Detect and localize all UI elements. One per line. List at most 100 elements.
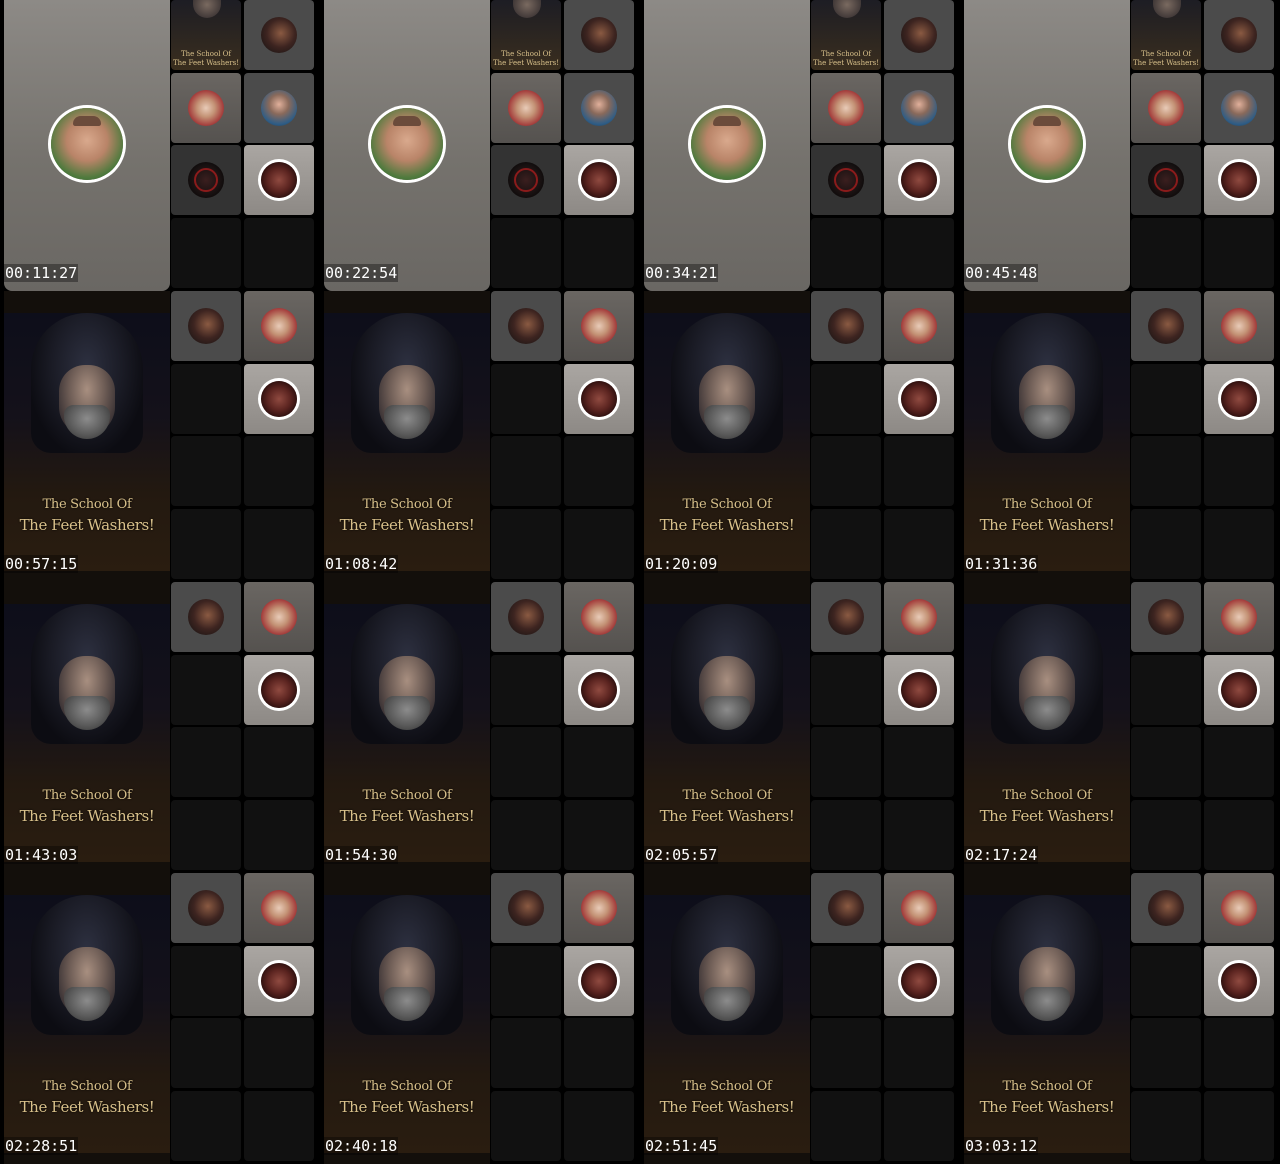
empty-tile[interactable] bbox=[1204, 1018, 1274, 1089]
participant-tile[interactable] bbox=[884, 291, 954, 361]
participant-tile[interactable] bbox=[1131, 582, 1201, 652]
participant-tile[interactable] bbox=[884, 145, 954, 216]
empty-tile[interactable] bbox=[564, 800, 634, 871]
participant-tile[interactable] bbox=[884, 873, 954, 943]
empty-tile[interactable] bbox=[811, 727, 881, 798]
participant-tile[interactable]: The School Of The Feet Washers! bbox=[171, 0, 241, 70]
empty-tile[interactable] bbox=[171, 727, 241, 798]
empty-tile[interactable] bbox=[811, 436, 881, 507]
participant-tile[interactable] bbox=[564, 582, 634, 652]
empty-tile[interactable] bbox=[884, 436, 954, 507]
empty-tile[interactable] bbox=[811, 945, 881, 1016]
empty-tile[interactable] bbox=[1204, 800, 1274, 871]
empty-tile[interactable] bbox=[1131, 1018, 1201, 1089]
participant-tile[interactable] bbox=[564, 654, 634, 725]
empty-tile[interactable] bbox=[171, 218, 241, 289]
participant-tile[interactable] bbox=[171, 873, 241, 943]
empty-tile[interactable] bbox=[884, 800, 954, 871]
empty-tile[interactable] bbox=[564, 727, 634, 798]
participant-tile[interactable] bbox=[811, 582, 881, 652]
empty-tile[interactable] bbox=[171, 436, 241, 507]
empty-tile[interactable] bbox=[244, 218, 314, 289]
empty-tile[interactable] bbox=[491, 1091, 561, 1162]
empty-tile[interactable] bbox=[491, 509, 561, 580]
empty-tile[interactable] bbox=[171, 509, 241, 580]
participant-tile[interactable] bbox=[244, 654, 314, 725]
participant-tile[interactable] bbox=[811, 72, 881, 143]
main-video-panel[interactable]: The School Of The Feet Washers! bbox=[644, 582, 810, 873]
participant-tile[interactable] bbox=[171, 582, 241, 652]
participant-tile[interactable] bbox=[564, 72, 634, 143]
empty-tile[interactable] bbox=[244, 1018, 314, 1089]
participant-tile[interactable] bbox=[244, 363, 314, 434]
empty-tile[interactable] bbox=[1204, 727, 1274, 798]
participant-tile[interactable] bbox=[1204, 363, 1274, 434]
participant-tile[interactable] bbox=[811, 291, 881, 361]
empty-tile[interactable] bbox=[884, 218, 954, 289]
participant-tile[interactable] bbox=[244, 0, 314, 70]
participant-tile[interactable] bbox=[171, 72, 241, 143]
empty-tile[interactable] bbox=[564, 1018, 634, 1089]
participant-tile[interactable] bbox=[491, 291, 561, 361]
participant-tile[interactable] bbox=[1204, 945, 1274, 1016]
empty-tile[interactable] bbox=[564, 1091, 634, 1162]
participant-tile[interactable] bbox=[1131, 873, 1201, 943]
participant-tile[interactable] bbox=[244, 582, 314, 652]
participant-tile[interactable] bbox=[884, 654, 954, 725]
empty-tile[interactable] bbox=[811, 1091, 881, 1162]
empty-tile[interactable] bbox=[1204, 509, 1274, 580]
participant-tile[interactable] bbox=[564, 873, 634, 943]
participant-tile[interactable] bbox=[884, 0, 954, 70]
empty-tile[interactable] bbox=[491, 218, 561, 289]
empty-tile[interactable] bbox=[244, 727, 314, 798]
main-video-panel[interactable] bbox=[4, 0, 170, 291]
empty-tile[interactable] bbox=[171, 800, 241, 871]
empty-tile[interactable] bbox=[564, 436, 634, 507]
participant-tile[interactable] bbox=[171, 145, 241, 216]
empty-tile[interactable] bbox=[491, 1018, 561, 1089]
empty-tile[interactable] bbox=[1204, 218, 1274, 289]
empty-tile[interactable] bbox=[171, 363, 241, 434]
empty-tile[interactable] bbox=[564, 218, 634, 289]
empty-tile[interactable] bbox=[244, 800, 314, 871]
main-video-panel[interactable]: The School Of The Feet Washers! bbox=[964, 291, 1130, 582]
participant-tile[interactable] bbox=[811, 873, 881, 943]
empty-tile[interactable] bbox=[491, 436, 561, 507]
participant-tile[interactable] bbox=[884, 72, 954, 143]
empty-tile[interactable] bbox=[811, 363, 881, 434]
empty-tile[interactable] bbox=[1131, 218, 1201, 289]
participant-tile[interactable] bbox=[564, 363, 634, 434]
participant-tile[interactable] bbox=[1204, 0, 1274, 70]
participant-tile[interactable]: The School Of The Feet Washers! bbox=[811, 0, 881, 70]
main-video-panel[interactable] bbox=[964, 0, 1130, 291]
participant-tile[interactable] bbox=[1204, 654, 1274, 725]
participant-tile[interactable] bbox=[884, 945, 954, 1016]
participant-tile[interactable] bbox=[1204, 145, 1274, 216]
empty-tile[interactable] bbox=[1204, 436, 1274, 507]
empty-tile[interactable] bbox=[171, 1018, 241, 1089]
empty-tile[interactable] bbox=[1131, 800, 1201, 871]
empty-tile[interactable] bbox=[811, 654, 881, 725]
empty-tile[interactable] bbox=[171, 945, 241, 1016]
main-video-panel[interactable] bbox=[324, 0, 490, 291]
participant-tile[interactable] bbox=[1204, 72, 1274, 143]
empty-tile[interactable] bbox=[171, 654, 241, 725]
empty-tile[interactable] bbox=[491, 800, 561, 871]
main-video-panel[interactable]: The School Of The Feet Washers! bbox=[324, 291, 490, 582]
main-video-panel[interactable]: The School Of The Feet Washers! bbox=[4, 873, 170, 1164]
participant-tile[interactable] bbox=[564, 0, 634, 70]
empty-tile[interactable] bbox=[1131, 363, 1201, 434]
empty-tile[interactable] bbox=[1204, 1091, 1274, 1162]
main-video-panel[interactable]: The School Of The Feet Washers! bbox=[964, 582, 1130, 873]
empty-tile[interactable] bbox=[491, 945, 561, 1016]
participant-tile[interactable] bbox=[1204, 873, 1274, 943]
participant-tile[interactable] bbox=[564, 291, 634, 361]
main-video-panel[interactable]: The School Of The Feet Washers! bbox=[324, 873, 490, 1164]
empty-tile[interactable] bbox=[491, 363, 561, 434]
empty-tile[interactable] bbox=[171, 1091, 241, 1162]
empty-tile[interactable] bbox=[491, 654, 561, 725]
participant-tile[interactable] bbox=[1131, 72, 1201, 143]
participant-tile[interactable] bbox=[491, 72, 561, 143]
participant-tile[interactable]: The School Of The Feet Washers! bbox=[1131, 0, 1201, 70]
main-video-panel[interactable]: The School Of The Feet Washers! bbox=[644, 291, 810, 582]
